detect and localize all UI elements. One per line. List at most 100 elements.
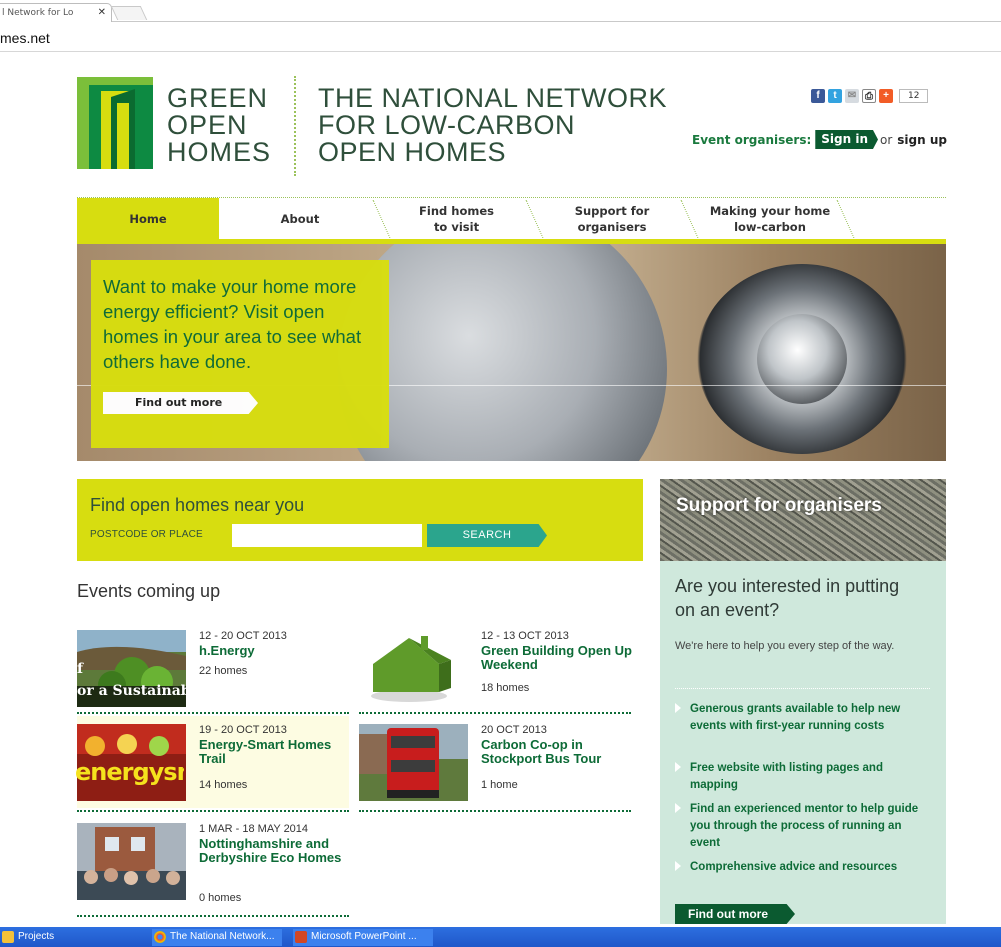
event-thumbnail[interactable] (359, 724, 468, 801)
arrow-right-icon (675, 703, 681, 713)
url-text[interactable]: mes.net (0, 30, 50, 46)
event-title[interactable]: Carbon Co-op in Stockport Bus Tour (481, 738, 641, 766)
support-banner-image: Support for organisers (660, 479, 946, 561)
search-title: Find open homes near you (90, 495, 305, 515)
address-bar[interactable]: mes.net (0, 22, 1001, 52)
event-homes: 14 homes (199, 779, 248, 791)
nav-support-organisers[interactable]: Support for organisers (542, 198, 682, 240)
green-open-homes-logo-icon[interactable] (77, 77, 153, 169)
tab-title: l Network for Lo (2, 8, 74, 18)
benefit-item: Comprehensive advice and resources (675, 859, 930, 876)
event-thumb-caption: f or a Sustainab (77, 661, 186, 699)
brand-line: HOMES (167, 137, 272, 167)
benefit-item: Find an experienced mentor to help guide… (675, 801, 930, 852)
benefit-text: Generous grants available to help new ev… (690, 703, 901, 732)
taskbar-label: Projects (18, 931, 55, 942)
tab-close-icon[interactable]: ✕ (98, 7, 106, 18)
support-find-out-more-button[interactable]: Find out more (675, 904, 795, 924)
benefit-text: Comprehensive advice and resources (690, 861, 898, 873)
taskbar-item-chrome[interactable]: The National Network... (152, 929, 282, 946)
hero-text: Want to make your home more energy effic… (103, 276, 362, 372)
arrow-right-icon (675, 762, 681, 772)
event-divider (77, 712, 349, 714)
benefit-text: Find an experienced mentor to help guide… (690, 803, 919, 849)
tagline-line: THE NATIONAL NETWORK (318, 83, 668, 113)
main-nav: Home About Find homes to visit Support f… (77, 197, 946, 244)
event-homes: 22 homes (199, 665, 248, 677)
new-tab-button[interactable] (110, 6, 148, 20)
hero-find-out-more-button[interactable]: Find out more (103, 392, 258, 414)
event-thumbnail[interactable] (359, 630, 468, 707)
support-divider (675, 688, 930, 689)
event-thumb-caption: energysma (75, 758, 184, 786)
addthis-icon[interactable]: + (879, 89, 893, 103)
nav-separator (372, 200, 391, 238)
events-heading: Events coming up (77, 581, 221, 601)
browser-tab[interactable]: l Network for Lo ✕ (0, 3, 112, 22)
organiser-auth: Event organisers: Sign in or sign up (692, 130, 947, 149)
event-date: 12 - 20 OCT 2013 (199, 630, 287, 642)
twitter-icon[interactable]: t (828, 89, 842, 103)
os-taskbar: Projects The National Network... Microso… (0, 927, 1001, 947)
sign-up-link[interactable]: sign up (897, 133, 947, 147)
taskbar-item-projects[interactable]: Projects (0, 929, 120, 946)
brand-divider (294, 76, 296, 176)
benefit-text: Free website with listing pages and mapp… (690, 762, 883, 791)
nav-about[interactable]: About (225, 198, 375, 240)
event-homes: 0 homes (199, 892, 242, 904)
search-button[interactable]: SEARCH (427, 524, 547, 547)
facebook-icon[interactable]: f (811, 89, 825, 103)
support-intro: We're here to help you every step of the… (675, 640, 895, 652)
event-divider (359, 712, 631, 714)
event-title[interactable]: Energy-Smart Homes Trail (199, 738, 359, 766)
hero-banner: Want to make your home more energy effic… (77, 244, 946, 461)
arrow-right-icon (675, 861, 681, 871)
brand-name[interactable]: GREEN OPEN HOMES (167, 85, 271, 166)
event-title[interactable]: Nottinghamshire and Derbyshire Eco Homes (199, 837, 359, 865)
nav-home[interactable]: Home (77, 198, 219, 240)
event-date: 20 OCT 2013 (481, 724, 547, 736)
auth-label: Event organisers: (692, 132, 812, 147)
auth-or-text: or (880, 132, 893, 147)
tagline: THE NATIONAL NETWORK FOR LOW-CARBON OPEN… (318, 85, 667, 166)
taskbar-label: Microsoft PowerPoint ... (311, 931, 417, 942)
share-count: 12 (899, 89, 929, 103)
event-homes: 18 homes (481, 682, 530, 694)
social-share-bar: f t ✉ ⎙ + 12 (811, 89, 929, 103)
event-date: 12 - 13 OCT 2013 (481, 630, 569, 642)
tagline-line: OPEN HOMES (318, 137, 507, 167)
support-question: Are you interested in putting on an even… (675, 576, 900, 620)
brand-line: GREEN (167, 83, 269, 113)
hero-bolt-image (757, 314, 847, 404)
event-date: 1 MAR - 18 MAY 2014 (199, 823, 309, 835)
event-date: 19 - 20 OCT 2013 (199, 724, 287, 736)
email-icon[interactable]: ✉ (845, 89, 859, 103)
event-homes: 1 home (481, 779, 518, 791)
taskbar-item-powerpoint[interactable]: Microsoft PowerPoint ... (293, 929, 433, 946)
chrome-icon (154, 931, 166, 943)
folder-icon (2, 931, 14, 943)
hero-callout: Want to make your home more energy effic… (91, 260, 389, 448)
brand-line: OPEN (167, 110, 248, 140)
powerpoint-icon (295, 931, 307, 943)
sign-in-button[interactable]: Sign in (815, 130, 878, 149)
event-thumbnail[interactable] (77, 823, 186, 900)
nav-making-home-low-carbon[interactable]: Making your home low-carbon (695, 198, 845, 240)
search-label: POSTCODE OR PLACE (90, 529, 203, 540)
print-icon[interactable]: ⎙ (862, 89, 876, 103)
postcode-search-input[interactable] (232, 524, 422, 547)
event-divider (77, 810, 349, 812)
tagline-line: FOR LOW-CARBON (318, 110, 576, 140)
arrow-right-icon (675, 803, 681, 813)
event-title[interactable]: h.Energy (199, 644, 359, 658)
support-sidebar: Support for organisers Are you intereste… (660, 479, 946, 924)
event-divider (77, 915, 349, 917)
event-divider (359, 810, 631, 812)
support-banner-title[interactable]: Support for organisers (676, 495, 882, 517)
nav-find-homes[interactable]: Find homes to visit (389, 198, 524, 240)
nav-separator (525, 200, 544, 238)
benefit-item: Free website with listing pages and mapp… (675, 760, 930, 794)
taskbar-label: The National Network... (170, 931, 275, 942)
search-panel: Find open homes near you POSTCODE OR PLA… (77, 479, 643, 561)
event-title[interactable]: Green Building Open Up Weekend (481, 644, 641, 672)
